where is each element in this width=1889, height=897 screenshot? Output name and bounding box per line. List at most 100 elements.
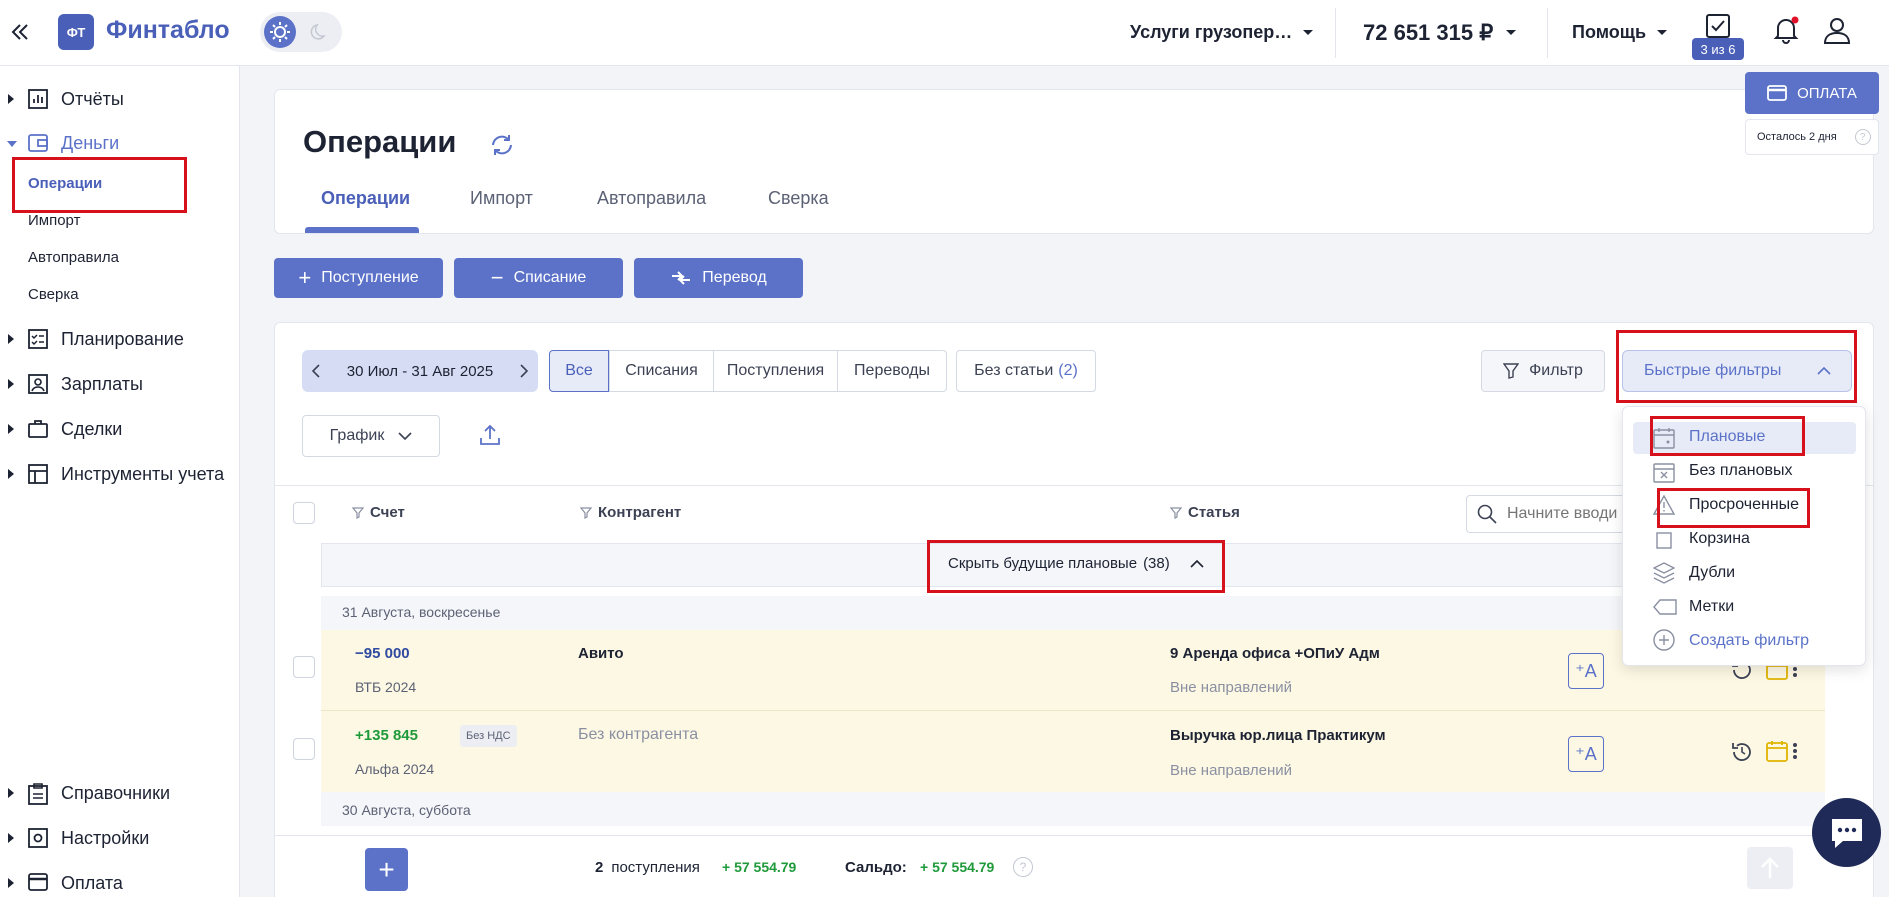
caret-right-icon [8,424,14,434]
row-account: Альфа 2024 [355,761,435,777]
date-group-header [321,596,1825,630]
row-counterparty[interactable]: Без контрагента [578,726,698,744]
calendar-icon[interactable] [1766,740,1788,762]
column-header-article[interactable]: Статья [1170,504,1240,521]
no-article-count: (2) [1058,362,1078,379]
active-tab-indicator [305,227,419,233]
collapse-sidebar-icon[interactable] [8,20,32,44]
funnel-icon [1503,363,1520,379]
row-counterparty[interactable]: Авито [578,645,624,662]
balance-value: 72 651 315 ₽ [1363,20,1494,45]
date-group-label: 30 Августа, суббота [342,802,471,818]
type-filter-incomes[interactable]: Поступления [713,350,838,392]
menu-item-without-planned[interactable]: Без плановых [1689,462,1792,480]
tab-reconciliation[interactable]: Сверка [768,188,829,209]
caret-right-icon [8,833,14,843]
user-icon[interactable] [1822,15,1852,45]
arrow-up-icon [1761,857,1779,878]
menu-item-tags[interactable]: Метки [1689,598,1734,616]
sidebar-subitem-reconciliation[interactable]: Сверка [28,286,79,303]
person-card-icon [28,374,48,394]
search-icon [1477,504,1497,524]
add-income-button[interactable]: + Поступление [274,258,443,298]
column-header-counterparty[interactable]: Контрагент [580,504,681,521]
sidebar-item-label: Настройки [61,827,150,848]
sidebar-item-payment[interactable]: Оплата [0,863,240,897]
sidebar-item-planning[interactable]: Планирование [0,319,240,359]
chat-icon [1831,818,1862,848]
sidebar-item-references[interactable]: Справочники [0,773,240,813]
row-checkbox[interactable] [293,738,315,760]
table-search[interactable] [1466,495,1626,533]
plus-circle-icon [1653,629,1675,651]
type-filter-all[interactable]: Все [549,350,609,392]
sidebar-item-tools[interactable]: Инструменты учета [0,454,240,494]
date-range-picker[interactable]: 30 Июл - 31 Авг 2025 [302,350,538,392]
add-transfer-button[interactable]: Перевод [634,258,803,298]
bell-icon[interactable] [1773,16,1799,44]
sidebar-subitem-import[interactable]: Импорт [28,212,80,229]
history-icon[interactable] [1730,740,1754,764]
sidebar: Отчёты Деньги Операции Импорт Автоправил… [0,66,240,897]
sidebar-item-settings[interactable]: Настройки [0,818,240,858]
scroll-top-button[interactable] [1747,847,1793,889]
sidebar-subitem-autorules[interactable]: Автоправила [28,249,119,266]
chat-button[interactable] [1812,798,1881,867]
autorule-icon[interactable]: ⁺A [1568,653,1604,689]
column-header-account[interactable]: Счет [352,504,405,521]
chevron-left-icon [312,364,320,378]
payment-button-label: ОПЛАТА [1797,84,1857,102]
chart-toggle[interactable]: График [302,415,440,457]
date-group-header [321,792,1825,826]
wallet-icon [28,134,48,152]
balance-select[interactable]: 72 651 315 ₽ [1363,20,1517,46]
menu-item-duplicates[interactable]: Дубли [1689,564,1735,582]
tab-operations[interactable]: Операции [321,188,410,209]
sidebar-item-salaries[interactable]: Зарплаты [0,364,240,404]
chevron-down-icon [398,432,412,440]
help-circle-icon[interactable]: ? [1854,129,1871,145]
type-filter-transfers[interactable]: Переводы [837,350,947,392]
tasks-icon[interactable] [1705,13,1731,39]
trial-remaining-text: Осталось 2 дня [1757,131,1837,143]
sidebar-item-label: Инструменты учета [61,463,225,484]
type-filter-expenses[interactable]: Списания [609,350,714,392]
company-select[interactable]: Услуги грузопер… [1130,22,1314,43]
tab-import[interactable]: Импорт [470,188,533,209]
payment-button[interactable]: ОПЛАТА [1745,72,1879,114]
filter-button[interactable]: Фильтр [1481,350,1605,392]
no-article-filter[interactable]: Без статьи (2) [956,350,1096,392]
export-icon[interactable] [479,424,501,446]
company-name: Услуги грузопер… [1130,22,1293,42]
gear-icon [28,828,48,848]
sidebar-item-deals[interactable]: Сделки [0,409,240,449]
vat-badge: Без НДС [460,725,517,747]
row-article[interactable]: 9 Аренда офиса +ОПиУ Адм [1170,645,1380,662]
row-checkbox[interactable] [293,656,315,678]
summary-count-value: 2 [595,859,604,876]
help-menu[interactable]: Помощь [1572,22,1668,43]
select-all-checkbox[interactable] [293,502,315,524]
add-expense-button[interactable]: − Списание [454,258,623,298]
highlight-box [12,157,187,213]
highlight-box [1657,488,1810,528]
refresh-icon[interactable] [489,134,515,156]
caret-right-icon [8,878,14,888]
autorule-icon[interactable]: ⁺A [1568,736,1604,772]
sun-icon [264,16,296,48]
chart-toggle-label: График [329,427,385,444]
checklist-icon [28,329,48,349]
tab-autorules[interactable]: Автоправила [597,188,706,209]
divider [1547,8,1548,58]
theme-toggle[interactable] [260,12,342,52]
help-circle-icon[interactable]: ? [1013,857,1033,877]
menu-item-trash[interactable]: Корзина [1689,530,1750,548]
column-header-label: Контрагент [598,504,682,521]
caret-down-icon [7,141,17,147]
sidebar-item-reports[interactable]: Отчёты [0,79,240,119]
add-operation-button[interactable]: + [365,848,408,891]
row-article[interactable]: Выручка юр.лица Практикум [1170,727,1386,744]
menu-item-create-filter[interactable]: Создать фильтр [1689,632,1809,650]
more-vertical-icon[interactable] [1792,742,1798,760]
search-input[interactable] [1507,505,1617,523]
